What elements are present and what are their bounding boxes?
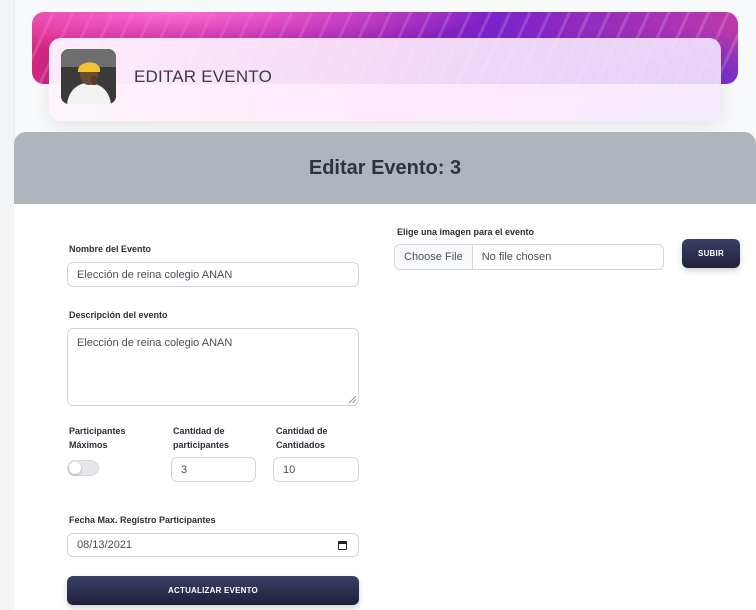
- max-participants-label-line1: Participantes: [69, 426, 126, 436]
- event-description-text: Elección de reina colegio ANAN: [77, 337, 233, 349]
- candidates-qty-label-line1: Cantidad de: [276, 426, 328, 436]
- date-input[interactable]: 08/13/2021: [67, 533, 359, 557]
- panel-title: Editar Evento: 3: [308, 156, 462, 179]
- choose-file-button[interactable]: Choose File: [395, 245, 473, 269]
- event-name-input[interactable]: Elección de reina colegio ANAN: [67, 262, 359, 287]
- left-sidebar-edge: [0, 0, 15, 610]
- date-value: 08/13/2021: [77, 539, 133, 551]
- file-input[interactable]: Choose File No file chosen: [394, 244, 664, 270]
- date-label: Fecha Max. Registro Participantes: [69, 515, 216, 525]
- participants-qty-label-line1: Cantidad de: [173, 426, 225, 436]
- no-file-text: No file chosen: [481, 251, 552, 263]
- participants-qty-label: Cantidad de participantes: [173, 424, 229, 452]
- panel-header: Editar Evento: 3: [14, 132, 756, 204]
- update-event-button[interactable]: ACTUALIZAR EVENTO: [67, 576, 359, 605]
- max-participants-label: Participantes Máximos: [69, 424, 126, 452]
- candidates-qty-label: Cantidad de Cantidados: [276, 424, 328, 452]
- candidates-qty-input[interactable]: 10: [273, 457, 359, 482]
- max-participants-label-line2: Máximos: [69, 440, 108, 450]
- candidates-qty-label-line2: Cantidados: [276, 440, 326, 450]
- event-description-textarea[interactable]: Elección de reina colegio ANAN: [67, 328, 359, 406]
- page-title: EDITAR EVENTO: [134, 67, 272, 86]
- resize-grip-icon[interactable]: [349, 396, 356, 403]
- image-upload-label: Elige una imagen para el evento: [397, 227, 535, 237]
- max-participants-toggle[interactable]: [67, 460, 99, 476]
- avatar-image: [61, 49, 116, 104]
- avatar: [61, 49, 116, 104]
- profile-card: EDITAR EVENTO: [49, 38, 721, 121]
- toggle-knob: [69, 462, 81, 474]
- event-description-label: Descripción del evento: [69, 310, 168, 320]
- upload-button[interactable]: SUBIR: [682, 239, 740, 268]
- participants-qty-label-line2: participantes: [173, 440, 230, 450]
- event-name-label: Nombre del Evento: [69, 244, 152, 254]
- participants-qty-input[interactable]: 3: [171, 457, 256, 482]
- calendar-icon[interactable]: [338, 541, 347, 550]
